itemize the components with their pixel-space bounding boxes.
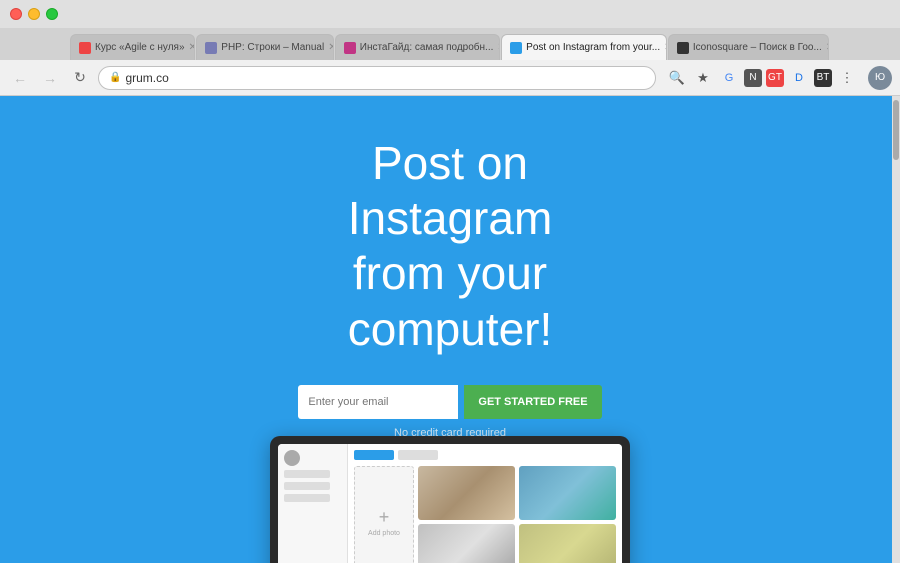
laptop-screen-inner: + Add photo [278,444,622,563]
user-avatar[interactable]: Ю [868,66,892,90]
tab-favicon-icono [677,42,689,54]
tab-favicon-insta [344,42,356,54]
add-plus-icon: + [379,507,390,528]
laptop-screen-outer: + Add photo [270,436,630,563]
hero-title-line4: computer! [348,303,553,355]
tab-favicon-agile [79,42,91,54]
tab-label-php: PHP: Строки – Manual [221,42,324,53]
screen-add-cell: + Add photo [354,466,414,563]
tab-insta[interactable]: ИнстаГайд: самая подробн... ✕ [335,34,500,60]
title-bar [0,0,900,28]
search-icon[interactable]: 🔍 [666,67,688,89]
tab-icono[interactable]: Iconosquare – Поиск в Гоо... ✕ [668,34,829,60]
extension-icon-3[interactable]: GT [766,69,784,87]
tab-close-icono[interactable]: ✕ [826,42,829,53]
extension-icon-4[interactable]: D [788,67,810,89]
back-button[interactable]: ← [8,66,32,90]
add-label: Add photo [368,530,400,537]
hero-title-line3: from your [353,247,547,299]
email-input[interactable] [298,385,458,419]
page-content: Post on Instagram from your computer! GE… [0,96,900,563]
screen-image-4 [519,524,616,563]
cta-row: GET STARTED FREE [298,385,601,419]
screen-main: + Add photo [348,444,622,563]
user-initial: Ю [875,72,885,83]
hero-title-line1: Post on [372,137,528,189]
close-button[interactable] [10,8,22,20]
tab-close-php[interactable]: ✕ [328,42,334,53]
screen-tabs [354,450,616,460]
screen-image-2 [519,466,616,520]
maximize-button[interactable] [46,8,58,20]
hero-title-line2: Instagram [348,192,553,244]
lock-icon: 🔒 [109,72,121,83]
tabs-bar: Курс «Agile с нуля» ✕ PHP: Строки – Manu… [0,28,900,60]
scrollbar[interactable] [892,96,900,563]
screen-sidebar [278,444,348,563]
screen-tab-inactive [398,450,438,460]
tab-close-insta[interactable]: ✕ [497,42,500,53]
laptop-section: + Add photo [0,436,900,563]
tab-php[interactable]: PHP: Строки – Manual ✕ [196,34,333,60]
hero-section: Post on Instagram from your computer! GE… [0,96,900,426]
tab-label-agile: Курс «Agile с нуля» [95,42,185,53]
address-bar[interactable]: 🔒 grum.co [98,66,656,90]
minimize-button[interactable] [28,8,40,20]
forward-button[interactable]: → [38,66,62,90]
tab-label-grum: Post on Instagram from your... [526,42,660,53]
tab-close-agile[interactable]: ✕ [189,42,196,53]
screen-content: + Add photo [278,444,622,563]
tab-favicon-grum [510,42,522,54]
screen-grid: + Add photo [354,466,616,563]
scrollbar-thumb[interactable] [893,100,899,160]
tab-favicon-php [205,42,217,54]
cta-button[interactable]: GET STARTED FREE [464,385,601,419]
tab-grum[interactable]: Post on Instagram from your... ✕ [501,34,667,60]
nav-bar: ← → ↻ 🔒 grum.co 🔍 ★ G N GT D BT ⋮ Ю [0,60,900,96]
laptop-mockup: + Add photo [270,436,630,563]
screen-image-3 [418,524,515,563]
address-text: grum.co [125,71,168,85]
tab-label-insta: ИнстаГайд: самая подробн... [360,42,494,53]
screen-sidebar-item [284,470,330,478]
tab-agile[interactable]: Курс «Agile с нуля» ✕ [70,34,195,60]
hero-title: Post on Instagram from your computer! [348,136,553,357]
tab-label-icono: Iconosquare – Поиск в Гоо... [693,42,822,53]
extension-icon-1[interactable]: G [718,67,740,89]
menu-icon[interactable]: ⋮ [836,67,858,89]
extension-icon-5[interactable]: BT [814,69,832,87]
screen-sidebar-item [284,482,330,490]
screen-tab-active [354,450,394,460]
bookmark-star-icon[interactable]: ★ [692,67,714,89]
screen-sidebar-avatar [284,450,300,466]
toolbar-icons: 🔍 ★ G N GT D BT ⋮ [666,67,858,89]
tab-close-grum[interactable]: ✕ [664,42,667,53]
refresh-button[interactable]: ↻ [68,66,92,90]
screen-image-1 [418,466,515,520]
extension-icon-2[interactable]: N [744,69,762,87]
screen-sidebar-item [284,494,330,502]
